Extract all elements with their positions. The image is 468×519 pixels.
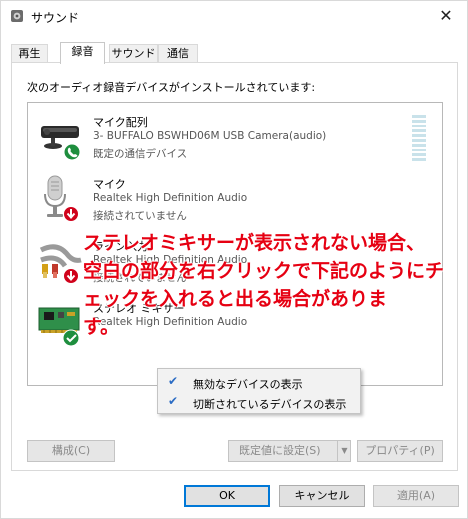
sound-card-icon [38, 307, 80, 347]
phone-badge-icon [63, 143, 81, 161]
ok-badge-icon [62, 329, 80, 347]
device-item-microphone[interactable]: マイク Realtek High Definition Audio 接続されてい… [28, 171, 442, 233]
title-bar: サウンド ✕ [1, 1, 467, 33]
webcam-icon [41, 126, 81, 161]
disconnected-badge-icon [63, 268, 79, 284]
ok-button[interactable]: OK [184, 485, 270, 507]
properties-button[interactable]: プロパティ(P) [357, 440, 443, 462]
device-status: 既定の通信デバイス [93, 148, 188, 160]
device-description: 3- BUFFALO BSWHD06M USB Camera(audio) [93, 130, 327, 142]
annotation-line: 空白の部分を右クリックで下記のようにチ [83, 260, 445, 282]
device-name: マイク [93, 178, 126, 191]
device-status: 接続されていません [93, 210, 187, 222]
tab-playback[interactable]: 再生 [11, 44, 48, 63]
devices-instruction: 次のオーディオ録音デバイスがインストールされています: [27, 81, 316, 94]
check-icon: ✔ [168, 394, 179, 408]
menu-item-show-disconnected-devices[interactable]: ✔ 切断されているデバイスの表示 [160, 392, 358, 412]
device-item-mic-array[interactable]: マイク配列 3- BUFFALO BSWHD06M USB Camera(aud… [28, 109, 442, 171]
configure-button[interactable]: 構成(C) [27, 440, 115, 462]
disconnected-badge-icon [63, 206, 79, 222]
annotation-line: ステレオミキサーが表示されない場合、 [83, 232, 426, 254]
annotation-line: す。 [83, 316, 120, 338]
sound-dialog: サウンド ✕ 再生 録音 サウンド 通信 次のオーディオ録音デバイスがインストー… [0, 0, 468, 519]
tab-communications[interactable]: 通信 [158, 44, 198, 63]
speaker-icon [11, 10, 23, 22]
context-menu: ✔ 無効なデバイスの表示 ✔ 切断されているデバイスの表示 [157, 368, 361, 414]
tab-recording[interactable]: 録音 [60, 42, 105, 64]
device-name: マイク配列 [93, 116, 148, 129]
menu-item-label: 切断されているデバイスの表示 [193, 398, 347, 411]
close-button[interactable]: ✕ [431, 3, 461, 29]
chevron-down-icon[interactable]: ▼ [337, 441, 351, 461]
annotation-overlay: ステレオミキサーが表示されない場合、 空白の部分を右クリックで下記のようにチ ェ… [83, 229, 468, 341]
microphone-icon [44, 175, 79, 222]
level-meter [412, 115, 426, 161]
apply-button[interactable]: 適用(A) [373, 485, 459, 507]
menu-item-label: 無効なデバイスの表示 [193, 378, 303, 391]
annotation-line: ェックを入れると出る場合がありま [83, 288, 388, 310]
device-description: Realtek High Definition Audio [93, 192, 248, 204]
tab-sounds[interactable]: サウンド [109, 44, 158, 63]
check-icon: ✔ [168, 374, 179, 388]
line-in-cable-icon [39, 244, 82, 284]
window-title: サウンド [31, 11, 80, 25]
set-default-button[interactable]: 既定値に設定(S) ▼ [228, 440, 351, 462]
cancel-button[interactable]: キャンセル [279, 485, 365, 507]
set-default-label: 既定値に設定(S) [239, 444, 321, 457]
menu-item-show-disabled-devices[interactable]: ✔ 無効なデバイスの表示 [160, 372, 358, 392]
